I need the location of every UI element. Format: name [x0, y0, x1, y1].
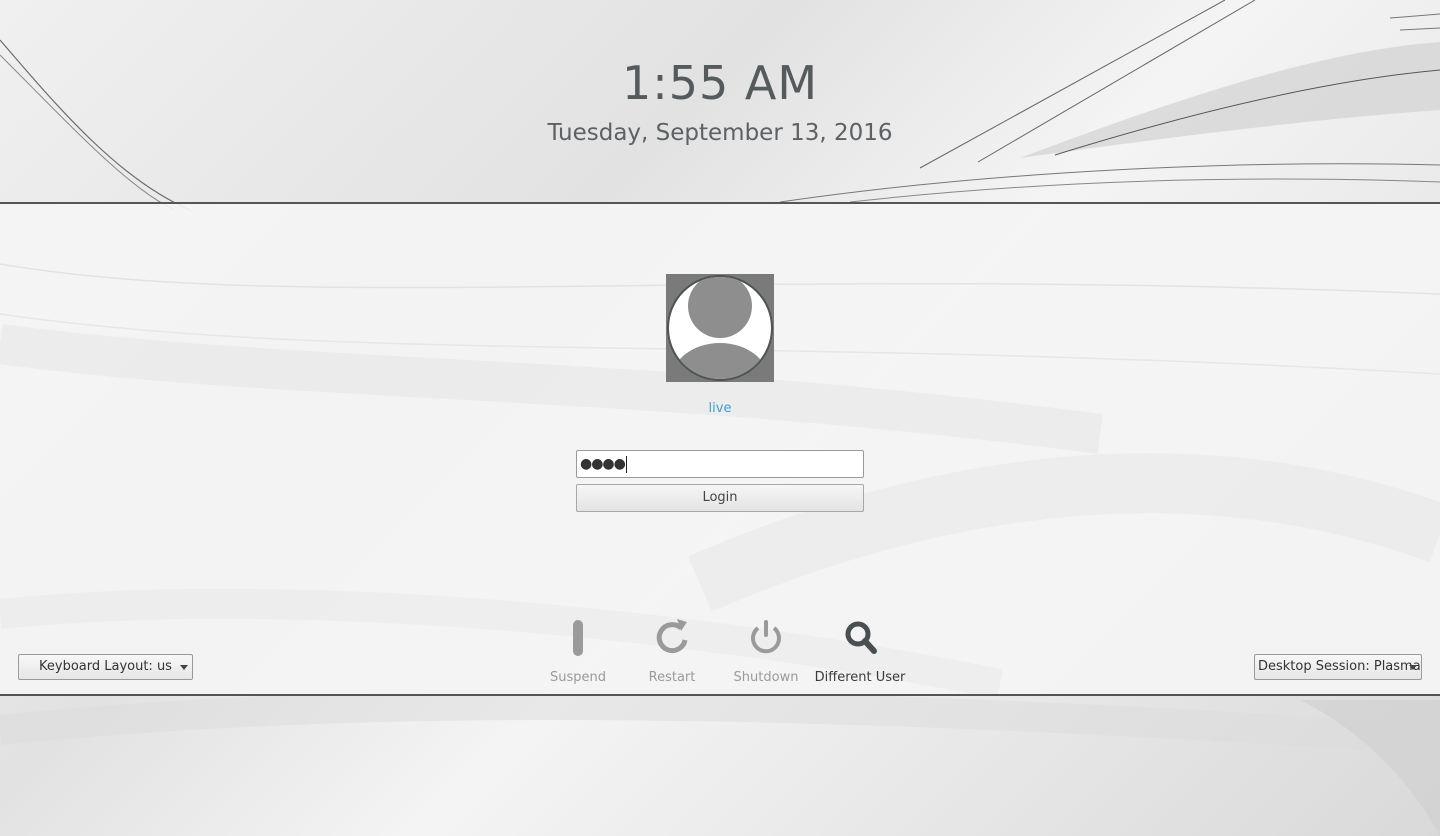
user-avatar-icon [667, 275, 773, 381]
suspend-button[interactable]: Suspend [528, 616, 628, 688]
suspend-label: Suspend [549, 670, 606, 685]
password-masked-value: ●●●● [580, 456, 626, 472]
chevron-down-icon [1409, 665, 1417, 670]
password-input[interactable]: ●●●● [576, 450, 864, 478]
shutdown-label: Shutdown [733, 670, 799, 685]
suspend-icon [573, 620, 583, 656]
login-panel: live ●●●● Login Keyboard Layout: us Susp… [0, 202, 1440, 696]
shutdown-button[interactable]: Shutdown [716, 616, 816, 688]
username-label[interactable]: live [620, 401, 820, 416]
restart-label: Restart [648, 670, 696, 685]
text-caret [625, 455, 627, 473]
clock-date: Tuesday, September 13, 2016 [547, 120, 893, 146]
user-avatar[interactable] [666, 274, 774, 382]
desktop-session-label: Desktop Session: Plasma [1258, 659, 1421, 674]
login-button[interactable]: Login [576, 484, 864, 512]
search-icon [845, 621, 877, 654]
restart-button[interactable]: Restart [622, 616, 722, 688]
keyboard-layout-select[interactable]: Keyboard Layout: us [18, 654, 193, 680]
clock-time: 1:55 AM [621, 56, 819, 110]
desktop-session-select[interactable]: Desktop Session: Plasma [1254, 654, 1422, 680]
chevron-down-icon [180, 665, 188, 670]
restart-icon [656, 619, 688, 654]
different-user-label: Different User [814, 670, 906, 685]
shutdown-icon [751, 620, 781, 654]
different-user-button[interactable]: Different User [810, 616, 910, 688]
keyboard-layout-label: Keyboard Layout: us [39, 659, 172, 674]
